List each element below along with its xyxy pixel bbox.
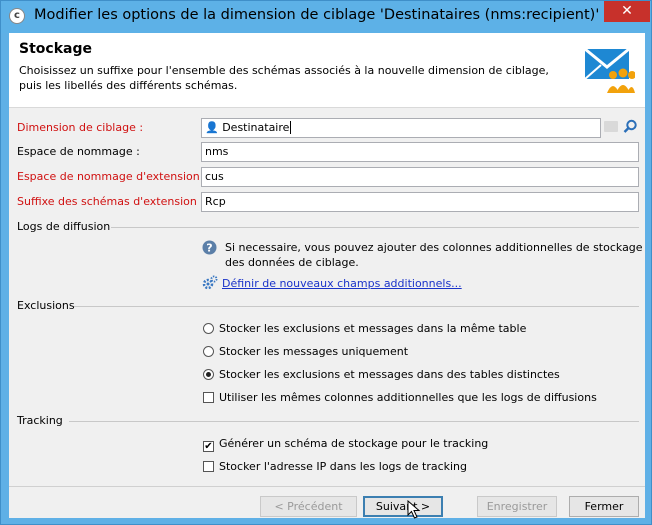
close-button[interactable]: Fermer xyxy=(569,496,639,517)
ext-namespace-field[interactable]: cus xyxy=(201,167,639,187)
title-bar[interactable]: c Modifier les options de la dimension d… xyxy=(1,1,651,33)
checkbox-same-columns[interactable]: Utiliser les mêmes colonnes additionnell… xyxy=(203,391,597,404)
dialog-client: Stockage Choisissez un suffixe pour l'en… xyxy=(9,33,645,519)
checkbox[interactable] xyxy=(203,461,214,472)
envelope-people-icon xyxy=(584,47,635,93)
targeting-value: Destinataire xyxy=(222,121,290,134)
delivery-logs-heading: Logs de diffusion xyxy=(17,220,111,233)
radio-option-distinct-tables[interactable]: Stocker les exclusions et messages dans … xyxy=(203,368,560,381)
page-description: Choisissez un suffixe pour l'ensemble de… xyxy=(19,64,549,92)
delivery-logs-section: Logs de diffusion xyxy=(17,220,639,233)
app-icon: c xyxy=(9,8,25,24)
namespace-field[interactable]: nms xyxy=(201,142,639,162)
define-fields-link[interactable]: Définir de nouveaux champs additionnels.… xyxy=(222,277,462,290)
suffix-label: Suffixe des schémas d'extension : xyxy=(17,195,205,208)
checkbox-generate-tracking[interactable]: ✔ Générer un schéma de stockage pour le t… xyxy=(203,437,488,452)
next-button[interactable]: Suivant > xyxy=(363,496,443,517)
gears-icon xyxy=(202,275,218,290)
delivery-logs-info: Si necessaire, vous pouvez ajouter des c… xyxy=(225,241,643,269)
person-icon: 👤 xyxy=(205,121,219,134)
radio-button[interactable] xyxy=(203,346,214,357)
window-title: Modifier les options de la dimension de … xyxy=(34,7,600,23)
mouse-cursor-icon xyxy=(407,500,421,519)
help-icon: ? xyxy=(202,240,217,255)
dialog-footer: < Précédent Suivant > Enregistrer Fermer xyxy=(9,486,645,519)
ext-namespace-label: Espace de nommage d'extension : xyxy=(17,170,207,183)
save-button[interactable]: Enregistrer xyxy=(477,496,557,517)
namespace-label: Espace de nommage : xyxy=(17,145,140,158)
suffix-field[interactable]: Rcp xyxy=(201,192,639,212)
radio-button[interactable] xyxy=(203,323,214,334)
dialog-window: c Modifier les options de la dimension d… xyxy=(0,0,652,525)
exclusions-section: Exclusions xyxy=(17,299,639,312)
radio-button-selected[interactable] xyxy=(203,369,214,380)
targeting-label: Dimension de ciblage : xyxy=(17,121,144,134)
checkbox-checked[interactable]: ✔ xyxy=(203,441,214,452)
tracking-section: Tracking xyxy=(17,414,639,427)
checkbox[interactable] xyxy=(203,392,214,403)
targeting-dimension-field[interactable]: 👤 Destinataire xyxy=(201,118,601,138)
folder-icon[interactable] xyxy=(604,121,618,132)
radio-option-same-table[interactable]: Stocker les exclusions et messages dans … xyxy=(203,322,526,335)
close-window-button[interactable]: ✕ xyxy=(604,1,650,22)
tracking-heading: Tracking xyxy=(17,414,63,427)
svg-text:?: ? xyxy=(206,242,212,255)
dialog-header: Stockage Choisissez un suffixe pour l'en… xyxy=(9,33,645,108)
previous-button[interactable]: < Précédent xyxy=(260,496,357,517)
radio-option-messages-only[interactable]: Stocker les messages uniquement xyxy=(203,345,408,358)
checkbox-store-ip[interactable]: Stocker l'adresse IP dans les logs de tr… xyxy=(203,460,467,473)
exclusions-heading: Exclusions xyxy=(17,299,75,312)
page-title: Stockage xyxy=(19,41,92,57)
search-icon[interactable] xyxy=(623,119,638,134)
